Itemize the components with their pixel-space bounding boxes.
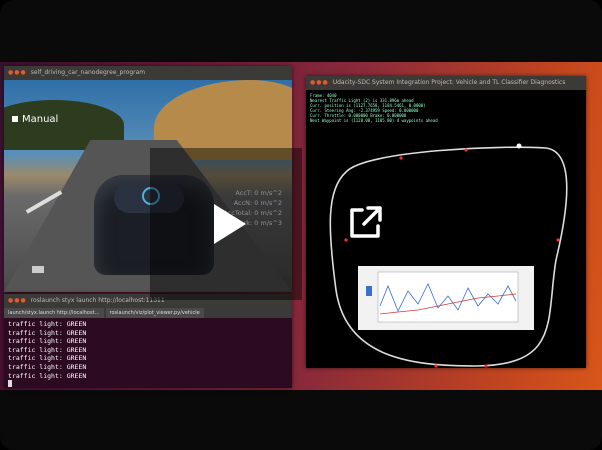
mode-toggle[interactable]: Manual xyxy=(12,114,58,125)
terminal-tab-1[interactable]: launch/styx.launch http://localhost… xyxy=(4,308,104,318)
terminal-line: traffic light: GREEN xyxy=(8,345,87,354)
terminal-line: traffic light: GREEN xyxy=(8,371,87,380)
diagnostics-titlebar[interactable]: ●●● Udacity-SDC System Integration Projec… xyxy=(306,76,586,90)
road-sign xyxy=(32,266,44,273)
diagnostics-title: Udacity-SDC System Integration Project: … xyxy=(332,79,566,86)
terminal-tabs: launch/styx.launch http://localhost… ros… xyxy=(4,308,292,318)
plot-lines xyxy=(366,271,519,323)
simulator-titlebar[interactable]: ●●● self_driving_car_nanodegree_program xyxy=(4,66,292,80)
share-icon[interactable] xyxy=(342,200,388,246)
simulator-title: self_driving_car_nanodegree_program xyxy=(30,69,146,76)
terminal-tab-2[interactable]: roslaunch/viz/plot_viewer.py/vehicle xyxy=(105,308,204,318)
terminal-line: traffic light: GREEN xyxy=(8,320,87,328)
speed-plot xyxy=(358,266,534,330)
terminal-line: traffic light: GREEN xyxy=(8,337,87,346)
terminal-output[interactable]: traffic light: GREEN traffic light: GREE… xyxy=(4,318,292,392)
play-icon xyxy=(214,204,246,244)
window-controls-icon[interactable]: ●●● xyxy=(8,66,27,80)
checkbox-icon[interactable] xyxy=(12,116,18,122)
terminal-title: roslaunch styx launch http://localhost:1… xyxy=(30,297,165,304)
window-controls-icon[interactable]: ●●● xyxy=(8,294,27,308)
terminal-window[interactable]: ●●● roslaunch styx launch http://localhos… xyxy=(4,294,292,388)
mode-label: Manual xyxy=(22,114,59,125)
video-frame: ●●● self_driving_car_nanodegree_program M… xyxy=(0,0,602,450)
terminal-line: traffic light: GREEN xyxy=(8,354,87,363)
terminal-cursor xyxy=(8,380,12,388)
window-controls-icon[interactable]: ●●● xyxy=(310,76,329,90)
terminal-line: traffic light: GREEN xyxy=(8,362,87,371)
terminal-line: traffic light: GREEN xyxy=(8,328,87,337)
play-button[interactable] xyxy=(150,148,302,300)
